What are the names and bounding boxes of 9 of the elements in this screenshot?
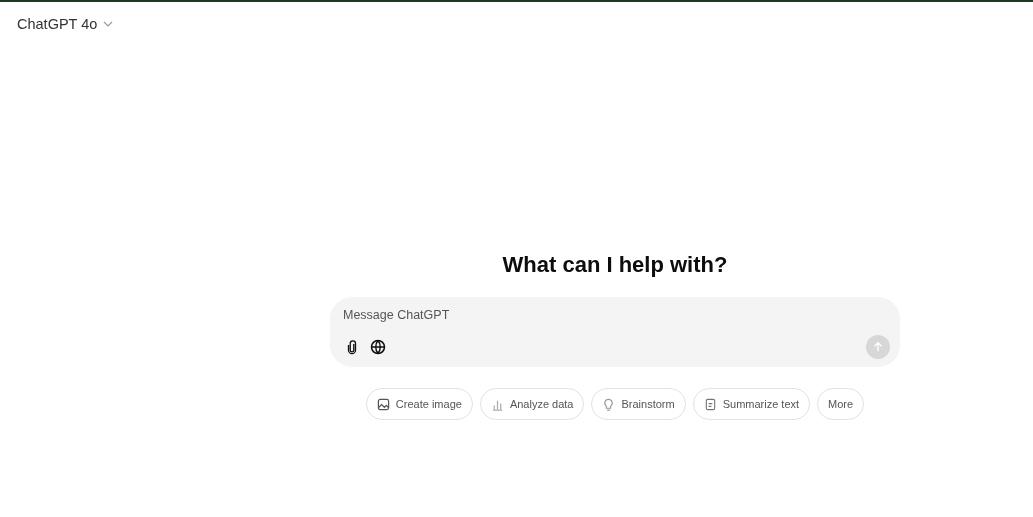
lightbulb-icon	[602, 397, 616, 411]
document-icon	[703, 397, 717, 411]
greeting-heading: What can I help with?	[502, 252, 728, 278]
image-icon	[376, 397, 390, 411]
chevron-down-icon	[103, 19, 114, 29]
message-input[interactable]: Message ChatGPT	[343, 308, 890, 322]
arrow-up-icon	[872, 341, 884, 353]
globe-icon[interactable]	[369, 338, 387, 356]
model-selector[interactable]: ChatGPT 4o	[17, 16, 114, 32]
